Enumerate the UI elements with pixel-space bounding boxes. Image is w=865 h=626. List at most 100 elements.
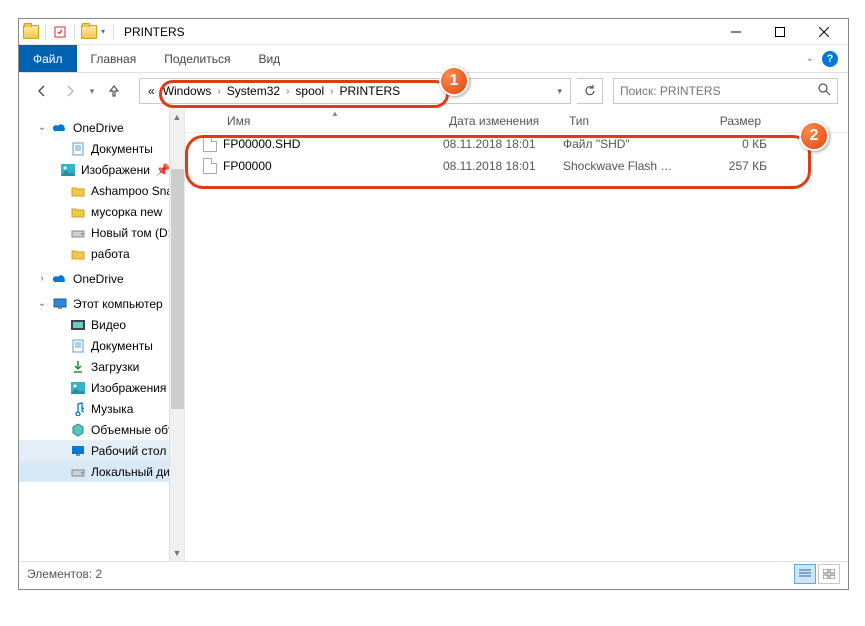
breadcrumb-printers[interactable]: PRINTERS [335,79,404,103]
search-input[interactable] [620,84,818,98]
refresh-button[interactable] [577,78,603,104]
view-details-button[interactable] [794,564,816,584]
sidebar-scrollbar[interactable]: ▲ ▼ [169,109,184,561]
column-size[interactable]: Размер [681,114,767,128]
file-icon [203,158,217,174]
maximize-button[interactable] [758,19,802,44]
sidebar-item[interactable]: работа [19,243,184,264]
window-controls [714,19,846,44]
cloud-icon [53,272,67,286]
scroll-thumb[interactable] [171,169,184,409]
expand-caret-icon[interactable]: › [37,273,47,284]
folder-icon [71,184,85,198]
sidebar-item[interactable]: Документы [19,335,184,356]
expand-caret-icon[interactable]: ⌄ [37,122,47,133]
sidebar-item[interactable]: ⌄OneDrive [19,117,184,138]
breadcrumb-spool[interactable]: spool [291,79,328,103]
sidebar-item[interactable]: ⌄ Этот компьютер [19,293,184,314]
up-button[interactable] [101,78,127,104]
tab-view[interactable]: Вид [244,45,294,72]
file-date: 08.11.2018 18:01 [443,137,563,151]
file-row[interactable]: FP0000008.11.2018 18:01Shockwave Flash …… [185,155,848,177]
file-date: 08.11.2018 18:01 [443,159,563,173]
address-bar[interactable]: « Windows › System32 › spool › PRINTERS … [139,78,571,104]
sidebar-item-label: Этот компьютер [73,297,163,311]
sidebar-item[interactable]: Видео [19,314,184,335]
breadcrumb-prefix[interactable]: « [144,79,159,103]
sidebar-item[interactable]: Изображени📌 [19,159,184,180]
img-icon [71,381,85,395]
sidebar-item-label: мусорка new [91,205,162,219]
sidebar-item[interactable]: Локальный дис [19,461,184,482]
sidebar-item[interactable]: Объемные объ [19,419,184,440]
video-icon [71,318,85,332]
search-icon[interactable] [818,83,831,99]
file-list-area: Имя Дата изменения Тип Размер FP00000.SH… [185,109,848,561]
dl-icon [71,360,85,374]
expand-caret-icon[interactable]: ⌄ [37,298,47,309]
sidebar-item-label: Музыка [91,402,133,416]
scroll-up-icon[interactable]: ▲ [170,109,184,125]
folder-icon[interactable] [23,25,39,39]
pc-icon [53,297,67,311]
address-row: ▾ « Windows › System32 › spool › PRINTER… [19,73,848,109]
tab-home[interactable]: Главная [77,45,151,72]
qat-dropdown-icon[interactable]: ▾ [99,24,107,40]
column-type[interactable]: Тип [563,114,681,128]
sidebar-item-label: Загрузки [91,360,139,374]
column-name[interactable]: Имя [185,114,443,128]
column-date[interactable]: Дата изменения [443,114,563,128]
sidebar-item-label: Документы [91,142,153,156]
recent-dropdown-icon[interactable]: ▾ [85,78,99,104]
sidebar-item-label: Видео [91,318,126,332]
file-icon [203,136,217,152]
address-dropdown-icon[interactable]: ▾ [553,86,566,97]
qat-properties-icon[interactable] [52,24,68,40]
back-button[interactable] [29,78,55,104]
sidebar-item[interactable]: › OneDrive [19,268,184,289]
sidebar-item-label: Документы [91,339,153,353]
sidebar-item-label: Изображения [91,381,166,395]
file-size: 0 КБ [681,137,767,151]
sidebar-item[interactable]: Ashampoo Snap [19,180,184,201]
qat-newfolder-icon[interactable] [81,25,97,39]
scroll-down-icon[interactable]: ▼ [170,545,184,561]
sidebar-item[interactable]: Музыка [19,398,184,419]
sidebar-item[interactable]: Изображения [19,377,184,398]
sidebar-item[interactable]: мусорка new [19,201,184,222]
nav-buttons: ▾ [23,78,133,104]
breadcrumb-system32[interactable]: System32 [223,79,284,103]
separator [45,24,46,40]
file-row[interactable]: FP00000.SHD08.11.2018 18:01Файл "SHD"0 К… [185,133,848,155]
sidebar-item[interactable]: Документы [19,138,184,159]
sidebar-item[interactable]: Рабочий стол [19,440,184,461]
doc-icon [71,339,85,353]
forward-button[interactable] [57,78,83,104]
quick-access-toolbar: ▾ [21,24,118,40]
folder-icon [71,205,85,219]
separator [74,24,75,40]
file-size: 257 КБ [681,159,767,173]
minimize-button[interactable] [714,19,758,44]
sidebar-item[interactable]: Новый том (D:) [19,222,184,243]
search-box[interactable] [613,78,838,104]
chevron-right-icon[interactable]: › [284,86,291,97]
sort-indicator-icon [185,108,848,114]
breadcrumb-windows[interactable]: Windows [159,79,216,103]
statusbar: Элементов: 2 [19,561,848,586]
ribbon-expand-icon[interactable]: ⌄ [806,53,814,64]
file-name: FP00000.SHD [223,137,300,151]
view-icons-button[interactable] [818,564,840,584]
tab-file[interactable]: Файл [19,45,77,72]
sidebar-item-label: Объемные объ [91,423,175,437]
sidebar-item-label: Рабочий стол [91,444,166,458]
tab-share[interactable]: Поделиться [150,45,244,72]
close-button[interactable] [802,19,846,44]
sidebar-item-label: OneDrive [73,272,124,286]
chevron-right-icon[interactable]: › [215,86,222,97]
sidebar-item[interactable]: Загрузки [19,356,184,377]
sidebar-item-label: Новый том (D:) [91,226,175,240]
chevron-right-icon[interactable]: › [328,86,335,97]
sidebar-item-label: Изображени [81,163,150,177]
help-icon[interactable]: ? [822,51,838,67]
